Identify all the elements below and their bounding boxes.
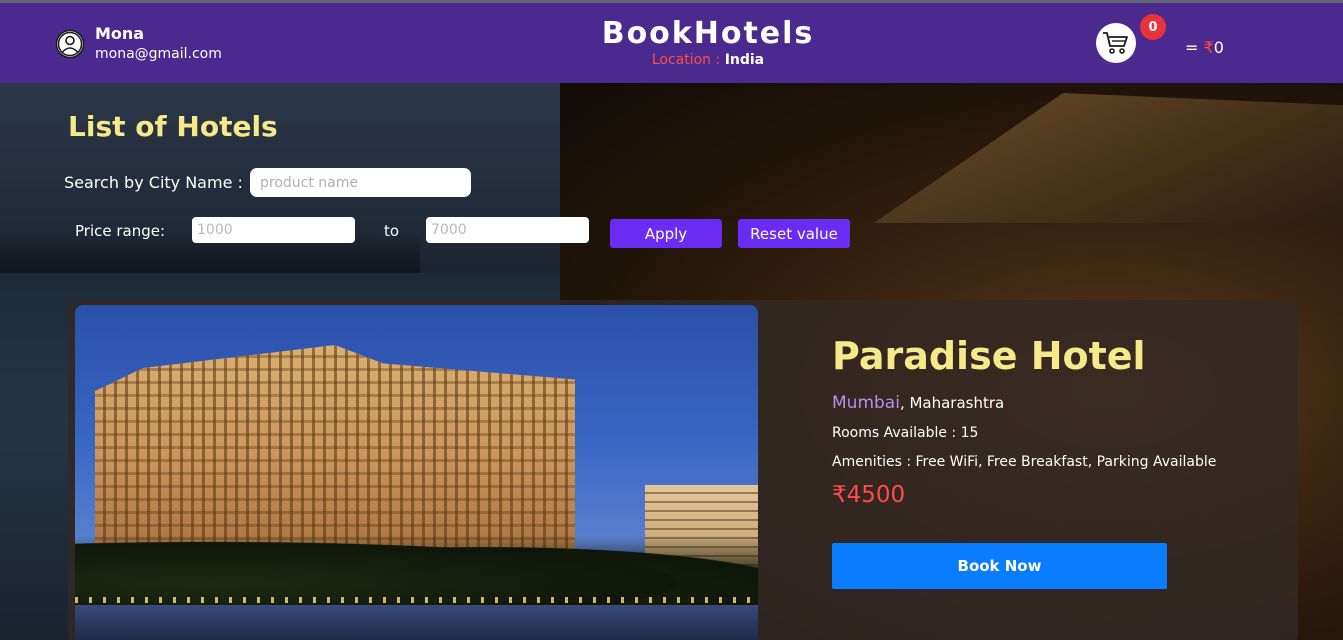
price-max-input[interactable] xyxy=(426,217,589,243)
user-info[interactable]: Mona mona@gmail.com xyxy=(55,25,222,63)
location-label: Location : xyxy=(651,52,721,68)
apply-button[interactable]: Apply xyxy=(610,219,722,248)
cart-currency: ₹ xyxy=(1203,38,1214,57)
cart-button[interactable] xyxy=(1096,23,1136,63)
book-now-button[interactable]: Book Now xyxy=(832,543,1167,589)
hotel-state: , Maharashtra xyxy=(899,394,1005,412)
brand-title[interactable]: BookHotels xyxy=(550,17,866,51)
user-circle-icon xyxy=(55,29,85,59)
user-name: Mona xyxy=(95,24,145,43)
reset-value-button[interactable]: Reset value xyxy=(738,219,850,248)
hotel-location: Mumbai, Maharashtra xyxy=(832,393,1004,413)
cart-total: = ₹0 xyxy=(1185,38,1224,57)
price-range-label: Price range: xyxy=(75,222,166,240)
price-to-label: to xyxy=(384,222,400,240)
price-min-input[interactable] xyxy=(192,217,355,243)
rooms-available: Rooms Available : 15 xyxy=(832,425,979,441)
cart-icon xyxy=(1103,32,1128,54)
app-header: Mona mona@gmail.com BookHotels Location … xyxy=(0,3,1343,83)
cart-total-prefix: = xyxy=(1185,38,1199,57)
cart-count-badge: 0 xyxy=(1140,14,1166,40)
hotel-city: Mumbai xyxy=(832,393,900,413)
user-email: mona@gmail.com xyxy=(95,46,222,62)
location-value: India xyxy=(724,52,765,68)
city-search-input[interactable] xyxy=(250,168,471,197)
page-title: List of Hotels xyxy=(68,110,278,143)
hotel-amenities: Amenities : Free WiFi, Free Breakfast, P… xyxy=(832,454,1217,470)
hotel-name: Paradise Hotel xyxy=(832,334,1146,378)
cart-total-value: 0 xyxy=(1213,38,1224,57)
hotel-photo xyxy=(75,305,758,640)
brand: BookHotels Location : India xyxy=(550,17,866,69)
search-label: Search by City Name : xyxy=(64,173,243,192)
location-indicator: Location : India xyxy=(550,51,866,69)
hotel-price: ₹4500 xyxy=(832,482,906,508)
